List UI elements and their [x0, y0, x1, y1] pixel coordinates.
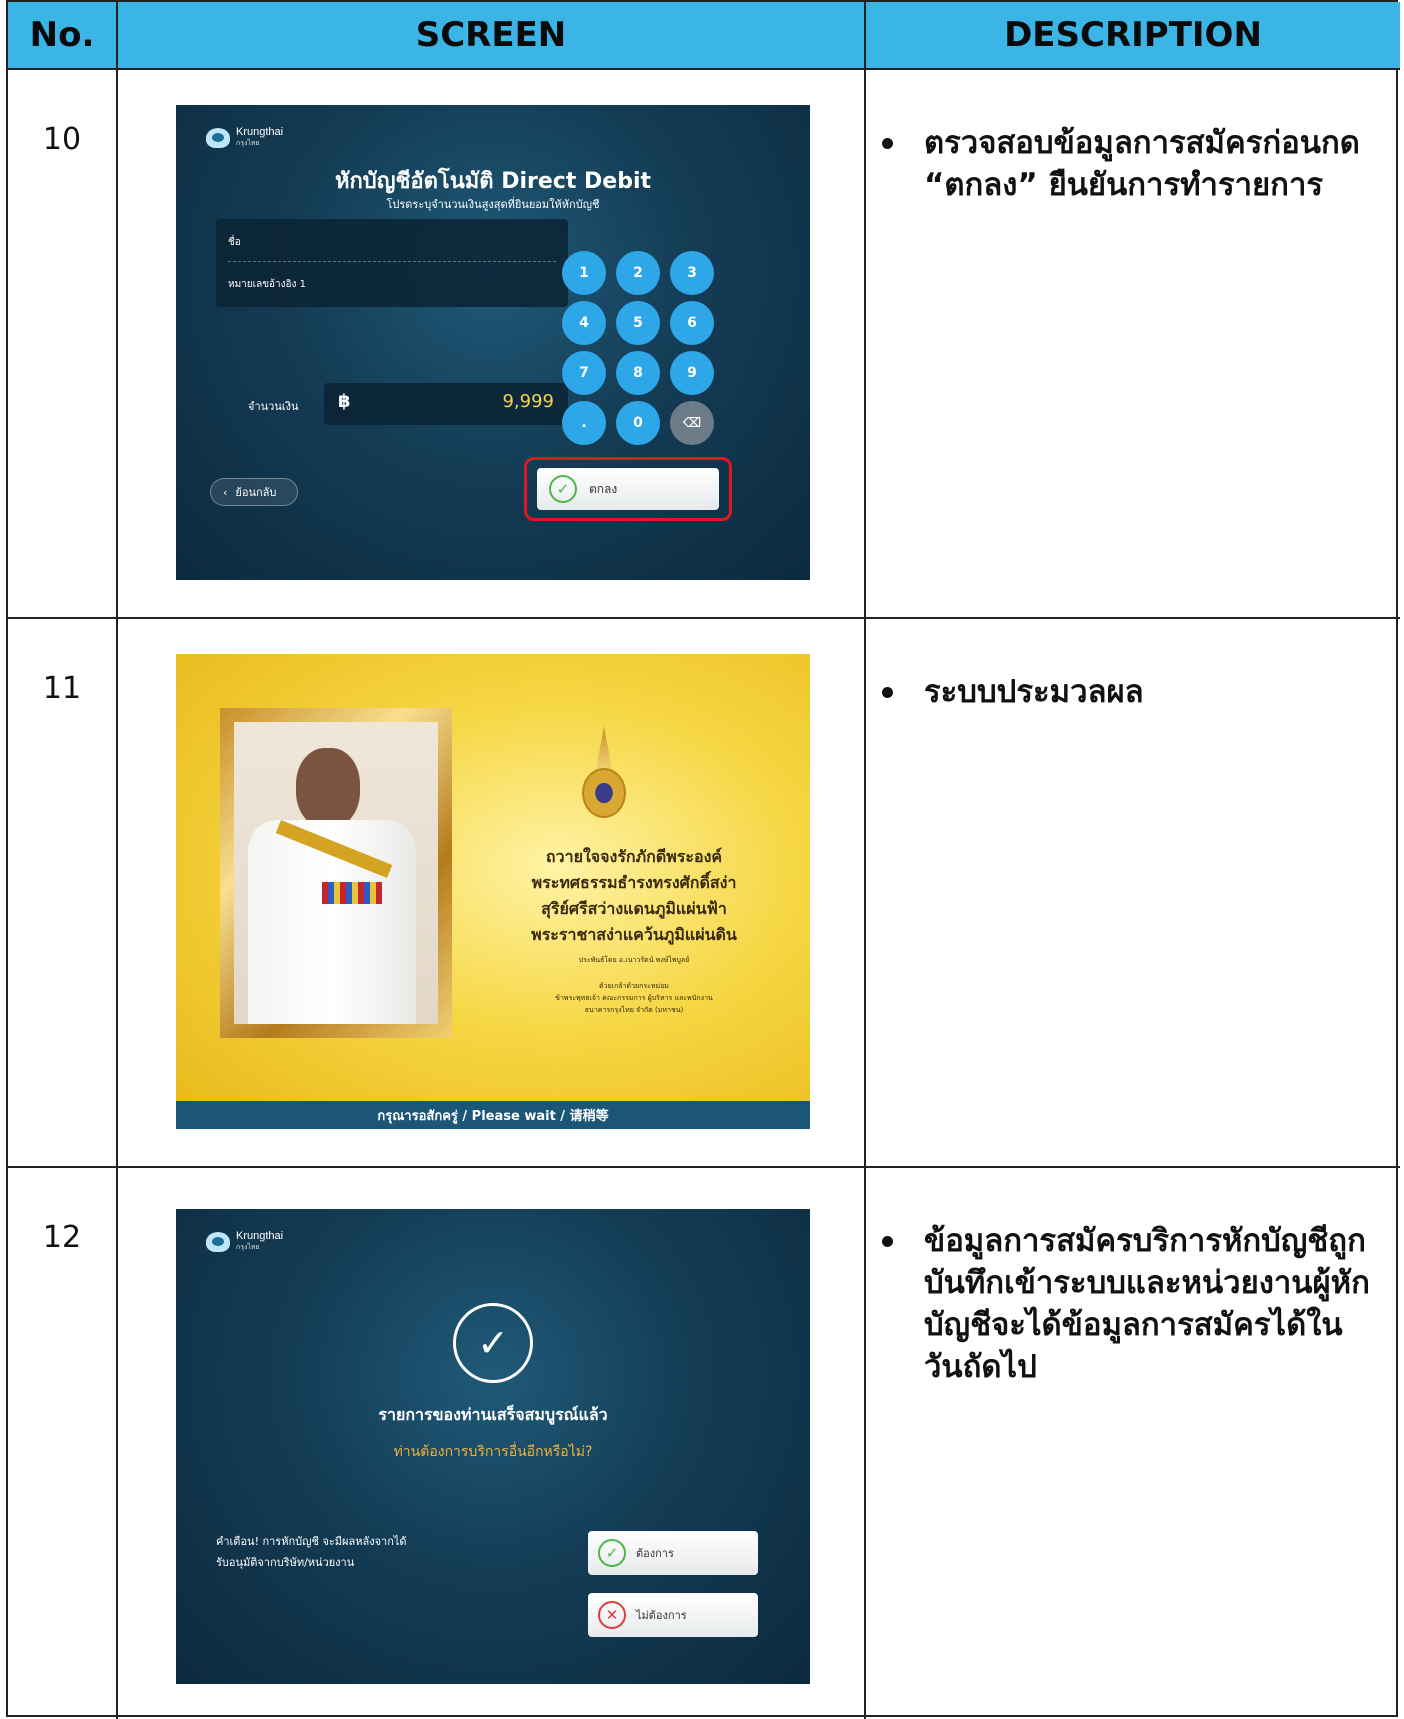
krungthai-logo: Krungthai กรุงไทย — [206, 127, 283, 149]
logo-subtext: กรุงไทย — [236, 1244, 260, 1251]
header-no: No. — [8, 2, 118, 70]
screen-cell: Krungthai กรุงไทย ✓ รายการของท่านเสร็จสมบ… — [118, 1168, 866, 1719]
key-7[interactable]: 7 — [562, 351, 606, 395]
description-text: ตรวจสอบข้อมูลการสมัครก่อนกด “ตกลง” ยืนยั… — [882, 122, 1380, 206]
description-cell: ตรวจสอบข้อมูลการสมัครก่อนกด “ตกลง” ยืนยั… — [866, 70, 1400, 617]
screen-subtitle: โปรดระบุจำนวนเงินสูงสุดที่ยินยอมให้หักบั… — [386, 198, 600, 211]
tribute-line: สุริย์ศรีสว่างแดนภูมิแผ่นฟ้า — [541, 899, 727, 918]
no-button[interactable]: ✕ ไม่ต้องการ — [588, 1593, 758, 1637]
backspace-icon[interactable]: ⌫ — [670, 401, 714, 445]
tribute-line: พระทศธรรมธำรงทรงศักดิ์สง่า — [531, 873, 737, 892]
description-text: ข้อมูลการสมัครบริการหักบัญชีถูกบันทึกเข้… — [882, 1220, 1380, 1388]
key-0[interactable]: 0 — [616, 401, 660, 445]
bullet-icon — [882, 687, 893, 698]
key-8[interactable]: 8 — [616, 351, 660, 395]
key-5[interactable]: 5 — [616, 301, 660, 345]
logo-subtext: กรุงไทย — [236, 140, 260, 147]
back-label: ย้อนกลับ — [235, 486, 277, 499]
header-screen: SCREEN — [118, 2, 866, 70]
check-icon: ✓ — [598, 1539, 626, 1567]
yes-button[interactable]: ✓ ต้องการ — [588, 1531, 758, 1575]
table-row: 12 Krungthai กรุงไทย ✓ รายการของท่านเสร็จ… — [8, 1168, 1400, 1719]
steps-table: No. SCREEN DESCRIPTION 10 Krungthai กรุงไ… — [6, 0, 1400, 1719]
screen-title: หักบัญชีอัตโนมัติ Direct Debit — [334, 169, 652, 194]
key-1[interactable]: 1 — [562, 251, 606, 295]
ok-label: ตกลง — [589, 481, 618, 496]
logo-text: Krungthai — [236, 1230, 284, 1242]
description-cell: ข้อมูลการสมัครบริการหักบัญชีถูกบันทึกเข้… — [866, 1168, 1400, 1719]
account-info-panel: ชื่อ หมายเลขอ้างอิง 1 — [216, 219, 568, 307]
ok-button[interactable]: ✓ ตกลง — [537, 468, 719, 510]
tribute-author: ประพันธ์โดย อ.เนาวรัตน์ พงษ์ไพบูลย์ — [578, 956, 690, 964]
step-number: 12 — [8, 1168, 118, 1719]
table-row: 10 Krungthai กรุงไทย หักบัญชีอัตโนมัติ Di… — [8, 70, 1400, 619]
amount-label: จำนวนเงิน — [248, 400, 299, 413]
description-cell: ระบบประมวลผล — [866, 619, 1400, 1166]
more-service-question: ท่านต้องการบริการอื่นอีกหรือไม่? — [393, 1444, 593, 1460]
krungthai-logo: Krungthai กรุงไทย — [206, 1231, 283, 1253]
step-number: 10 — [8, 70, 118, 617]
name-label: ชื่อ — [228, 237, 241, 248]
key-dot[interactable]: . — [562, 401, 606, 445]
krungthai-bird-icon — [206, 128, 230, 148]
screen-cell: Krungthai กรุงไทย หักบัญชีอัตโนมัติ Direc… — [118, 70, 866, 617]
royal-portrait — [234, 722, 438, 1024]
description-text: ระบบประมวลผล — [882, 671, 1380, 713]
yes-label: ต้องการ — [636, 1547, 674, 1560]
tribute-line: พระราชาสง่าแคว้นภูมิแผ่นดิน — [531, 925, 737, 944]
royal-tribute: ถวายใจจงรักภักดีพระองค์ พระทศธรรมธำรงทรง… — [474, 844, 794, 1016]
divider — [228, 261, 556, 262]
check-icon: ✓ — [549, 475, 577, 503]
highlight-frame: ✓ ตกลง — [524, 457, 732, 521]
logo-text: Krungthai — [236, 126, 284, 138]
bullet-icon — [882, 1236, 893, 1247]
royal-portrait-frame — [220, 708, 452, 1038]
amount-value: 9,999 — [502, 391, 554, 412]
key-2[interactable]: 2 — [616, 251, 660, 295]
key-6[interactable]: 6 — [670, 301, 714, 345]
key-4[interactable]: 4 — [562, 301, 606, 345]
atm-direct-debit-screenshot: Krungthai กรุงไทย หักบัญชีอัตโนมัติ Direc… — [176, 105, 810, 580]
warning-text: คำเตือน! การหักบัญชี จะมีผลหลังจากได้ รั… — [216, 1535, 407, 1569]
processing-screenshot: ถวายใจจงรักภักดีพระองค์ พระทศธรรมธำรงทรง… — [176, 654, 810, 1129]
key-3[interactable]: 3 — [670, 251, 714, 295]
screen-cell: ถวายใจจงรักภักดีพระองค์ พระทศธรรมธำรงทรง… — [118, 619, 866, 1166]
completion-screenshot: Krungthai กรุงไทย ✓ รายการของท่านเสร็จสมบ… — [176, 1209, 810, 1684]
success-check-icon: ✓ — [453, 1303, 533, 1383]
table-row: 11 ถวายใจจงรักภักดีพระองค์ พระทศธรรมธำรง… — [8, 619, 1400, 1168]
header-description: DESCRIPTION — [866, 2, 1400, 70]
completion-title: รายการของท่านเสร็จสมบูรณ์แล้ว — [378, 1405, 608, 1424]
close-icon: ✕ — [598, 1601, 626, 1629]
back-button[interactable]: ‹ ย้อนกลับ — [210, 478, 298, 506]
bullet-icon — [882, 138, 893, 149]
royal-emblem-icon — [574, 726, 634, 830]
no-label: ไม่ต้องการ — [636, 1609, 687, 1622]
amount-input[interactable]: ฿ 9,999 — [324, 383, 568, 425]
krungthai-bird-icon — [206, 1232, 230, 1252]
key-9[interactable]: 9 — [670, 351, 714, 395]
baht-icon: ฿ — [338, 391, 351, 412]
tribute-line: ถวายใจจงรักภักดีพระองค์ — [545, 847, 723, 866]
reference-label: หมายเลขอ้างอิง 1 — [228, 279, 306, 290]
tribute-credit: ด้วยเกล้าด้วยกระหม่อม ข้าพระพุทธเจ้า คณะ… — [555, 982, 713, 1014]
please-wait-bar: กรุณารอสักครู่ / Please wait / 请稍等 — [176, 1101, 810, 1129]
step-number: 11 — [8, 619, 118, 1166]
chevron-left-icon: ‹ — [223, 485, 228, 499]
